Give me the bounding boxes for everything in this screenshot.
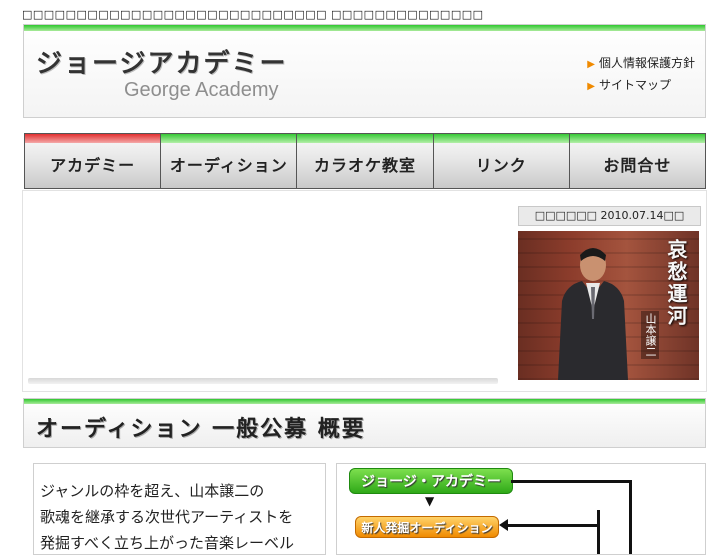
header-accent-bar [24, 25, 705, 31]
connector-line [507, 524, 599, 527]
top-caption: □□□□□□□□□□□□□□□□□□□□□□□□□□□□ □□□□□□□□□□□… [22, 8, 484, 21]
section-accent-bar [24, 399, 705, 404]
section-header: オーディション 一般公募 概要 [23, 398, 706, 448]
sitemap-link[interactable]: ▶ サイトマップ [587, 75, 695, 97]
section-title: オーディション 一般公募 概要 [36, 417, 366, 442]
privacy-policy-link[interactable]: ▶ 個人情報保護方針 [587, 53, 695, 75]
site-header: ジョージアカデミー George Academy ▶ 個人情報保護方針 ▶ サイトマ… [23, 24, 706, 118]
singer-figure [558, 248, 628, 380]
nav-link[interactable]: リンク [433, 134, 570, 188]
left-arrow-icon [499, 519, 508, 531]
connector-line [629, 480, 632, 554]
site-logo-japanese[interactable]: ジョージアカデミー [36, 43, 287, 80]
connector-line [511, 480, 631, 483]
intro-paragraph: ジャンルの枠を超え、山本譲二の 歌魂を継承する次世代アーティストを 発掘すべく立… [40, 482, 294, 552]
cd-title: 哀愁運河 [664, 239, 688, 327]
down-arrow-icon: ▼ [425, 494, 435, 508]
new-talent-audition-button[interactable]: 新人発掘オーディション [355, 516, 499, 538]
orange-arrow-icon: ▶ [587, 59, 595, 70]
horizontal-scrollbar[interactable] [28, 378, 498, 384]
nav-contact[interactable]: お問合せ [569, 134, 706, 188]
news-date-label: □□□□□□ 2010.07.14□□ [518, 206, 701, 226]
cd-artist: 山本譲二 [641, 311, 659, 359]
site-logo-english: George Academy [124, 79, 279, 101]
header-links: ▶ 個人情報保護方針 ▶ サイトマップ [587, 53, 695, 97]
nav-academy[interactable]: アカデミー [25, 134, 162, 188]
main-nav: アカデミー オーディション カラオケ教室 リンク お問合せ [24, 133, 706, 189]
nav-karaoke-class[interactable]: カラオケ教室 [297, 134, 434, 188]
nav-audition[interactable]: オーディション [161, 134, 298, 188]
cd-jacket-image[interactable]: 哀愁運河 山本譲二 [518, 231, 699, 380]
george-academy-button[interactable]: ジョージ・アカデミー [349, 468, 513, 494]
orange-arrow-icon: ▶ [587, 81, 595, 92]
connector-line [597, 510, 600, 554]
flow-diagram: ジョージ・アカデミー ▼ 新人発掘オーディション [336, 463, 706, 555]
intro-text-box: ジャンルの枠を超え、山本譲二の 歌魂を継承する次世代アーティストを 発掘すべく立… [33, 463, 326, 555]
